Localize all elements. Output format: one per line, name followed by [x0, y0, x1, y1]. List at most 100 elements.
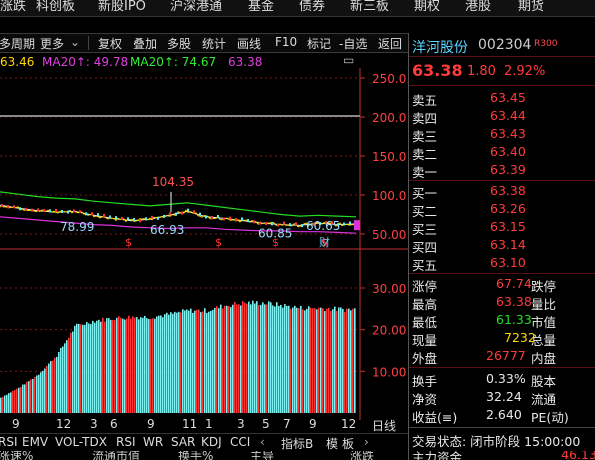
stat-value: 26777	[486, 348, 526, 363]
stat-row: 收益(≡) 2.640 PE(动)	[409, 406, 595, 425]
order-book-price: 63.38	[490, 183, 526, 198]
toolbar-item[interactable]: 复权	[98, 35, 122, 52]
volume-bar	[76, 323, 78, 413]
volume-bar	[318, 307, 320, 413]
tab-indicator[interactable]: 指标B	[281, 435, 313, 452]
volume-bar	[98, 319, 100, 413]
tab-indicator[interactable]: KDJ	[201, 435, 222, 449]
toolbar-item[interactable]: -自选	[339, 35, 367, 52]
order-book-label: 买五	[412, 258, 438, 273]
chevron-down-icon[interactable]: ⌄	[70, 35, 80, 49]
candle	[181, 211, 183, 215]
volume-bar	[122, 318, 124, 413]
volume-bar	[288, 305, 290, 413]
candle	[109, 215, 111, 219]
price-axis-label: 150.0	[372, 150, 406, 164]
volume-bar	[256, 301, 258, 413]
volume-bar	[312, 308, 314, 413]
top-nav-item[interactable]: 涨跌	[0, 0, 26, 14]
toolbar-item[interactable]: 标记	[307, 35, 331, 52]
bottom-info-bar: 涨速% 流通市值 换手% 主导 涨跌	[0, 451, 408, 460]
toolbar-item[interactable]: F10	[275, 35, 297, 49]
volume-bar	[142, 317, 144, 413]
volume-bar	[156, 316, 158, 413]
volume-bar	[12, 390, 14, 413]
top-nav-item[interactable]: 基金	[248, 0, 274, 14]
ma-legend-item: MA20↑: 49.78	[42, 55, 129, 69]
tab-indicator[interactable]: VOL-TDX	[55, 435, 107, 449]
volume-bar	[322, 308, 324, 413]
top-nav-item[interactable]: 期权	[414, 0, 440, 14]
toolbar-item[interactable]: 统计	[202, 35, 226, 52]
tab-indicator[interactable]: RSI	[0, 435, 18, 449]
chevron-left-icon[interactable]: ‹	[260, 435, 265, 449]
toolbar-item[interactable]: 返回	[378, 35, 402, 52]
bottom-label: 涨速%	[0, 451, 34, 460]
volume-bar	[46, 365, 48, 413]
volume-bar	[350, 310, 352, 413]
volume-bar	[278, 305, 280, 413]
order-book-price: 63.45	[490, 90, 526, 105]
volume-bar	[316, 309, 318, 413]
volume-bar	[240, 305, 242, 413]
volume-bar	[274, 306, 276, 413]
tab-indicator[interactable]: 板	[342, 435, 354, 452]
volume-bar	[172, 313, 174, 413]
volume-bar	[234, 301, 236, 413]
tab-indicator[interactable]: WR	[143, 435, 163, 449]
volume-bar	[332, 309, 334, 413]
top-nav-item[interactable]: 债券	[299, 0, 325, 14]
volume-bar	[302, 309, 304, 413]
settings-icon[interactable]: ▭	[343, 53, 354, 67]
toolbar-item[interactable]: 叠加	[133, 35, 157, 52]
order-book-price: 63.14	[490, 237, 526, 252]
top-nav-item[interactable]: 新三板	[350, 0, 389, 14]
top-nav-item[interactable]: 沪深港通	[170, 0, 222, 14]
candle	[139, 219, 141, 223]
toolbar-item[interactable]: 画线	[237, 35, 261, 52]
top-nav-item[interactable]: 期货	[518, 0, 544, 14]
order-book-row: 买四 63.14	[409, 236, 595, 255]
volume-bar	[210, 310, 212, 413]
top-nav-item[interactable]: 港股	[465, 0, 491, 14]
volume-bar	[158, 315, 160, 413]
tab-indicator[interactable]: RSI	[116, 435, 136, 449]
more-button[interactable]: 更多	[40, 35, 64, 52]
volume-bar	[124, 319, 126, 413]
candle	[259, 221, 261, 225]
volume-bar	[144, 315, 146, 413]
candle	[85, 212, 87, 216]
candle	[157, 216, 159, 220]
candle	[103, 213, 105, 217]
chevron-right-icon[interactable]: ›	[364, 435, 369, 449]
x-tick: 12	[341, 417, 357, 431]
divider	[409, 85, 595, 86]
stat-label: 内盘	[531, 351, 557, 366]
volume-bar	[52, 360, 54, 413]
annotations: 104.3578.99 66.93 60.8560.65$ $ $ $财	[60, 175, 360, 249]
tab-indicator[interactable]: 模	[326, 435, 338, 452]
top-nav-item[interactable]: 科创板	[36, 0, 75, 14]
volume-bar	[328, 308, 330, 413]
volume-bar	[232, 304, 234, 413]
volume-bar	[284, 304, 286, 413]
kline-chart[interactable]: 250.0 200.0 150.0 100.0 50.00 30.00 20.00 10.00…	[0, 68, 408, 420]
volume-bar	[18, 387, 20, 413]
volume-bar	[244, 302, 246, 413]
x-tick: 1	[205, 417, 213, 431]
price-change-pct: 2.92%	[504, 64, 546, 79]
tab-indicator[interactable]: EMV	[22, 435, 48, 449]
toolbar-item[interactable]: 多股	[167, 35, 191, 52]
candle	[283, 221, 285, 225]
candle	[169, 212, 171, 216]
period-button[interactable]: 多周期	[0, 35, 35, 52]
candle	[67, 210, 69, 214]
volume-bar	[268, 301, 270, 413]
top-nav-item[interactable]: 新股IPO	[98, 0, 146, 14]
tab-indicator[interactable]: CCI	[230, 435, 250, 449]
volume-bar	[294, 305, 296, 413]
volume-bar	[54, 357, 56, 413]
volume-bar	[266, 304, 268, 413]
tab-indicator[interactable]: SAR	[171, 435, 195, 449]
x-tick: 11	[182, 417, 198, 431]
